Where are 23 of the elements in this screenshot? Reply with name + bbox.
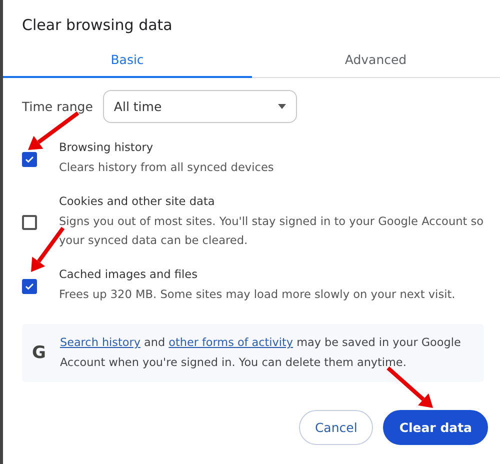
link[interactable]: other forms of activity <box>168 336 294 349</box>
clear-data-button[interactable]: Clear data <box>383 410 488 445</box>
option-title: Cached images and files <box>59 268 198 281</box>
link[interactable]: Search history <box>60 336 140 349</box>
check-icon <box>25 282 34 290</box>
dialog-title: Clear browsing data <box>21 15 174 36</box>
google-icon: G <box>32 343 46 363</box>
option-description: Signs you out of most sites. You'll stay signed in to your Google Account so your synced data can be cleared. <box>59 214 485 249</box>
tab[interactable]: Basic <box>3 44 252 78</box>
tab[interactable]: Advanced <box>252 44 500 78</box>
time-range-label: Time range <box>22 99 93 114</box>
check-icon <box>25 156 34 162</box>
option-description: Clears history from all synced devices <box>59 160 275 176</box>
time-range-dropdown[interactable]: All time <box>102 90 297 123</box>
option-description: Frees up 320 MB. Some sites may load more slowly on your next visit. <box>59 287 456 303</box>
info-text: Search history and other forms of activity may be saved in your Google Account when you're signed in. You can delete them anytime. <box>60 335 462 371</box>
checkbox[interactable] <box>22 152 37 166</box>
cancel-button[interactable]: Cancel <box>298 410 374 445</box>
checkbox[interactable] <box>22 215 37 230</box>
checkbox[interactable] <box>22 278 37 294</box>
caret-icon <box>278 104 286 109</box>
option-title: Browsing history <box>59 141 154 154</box>
option-title: Cookies and other site data <box>59 195 216 208</box>
